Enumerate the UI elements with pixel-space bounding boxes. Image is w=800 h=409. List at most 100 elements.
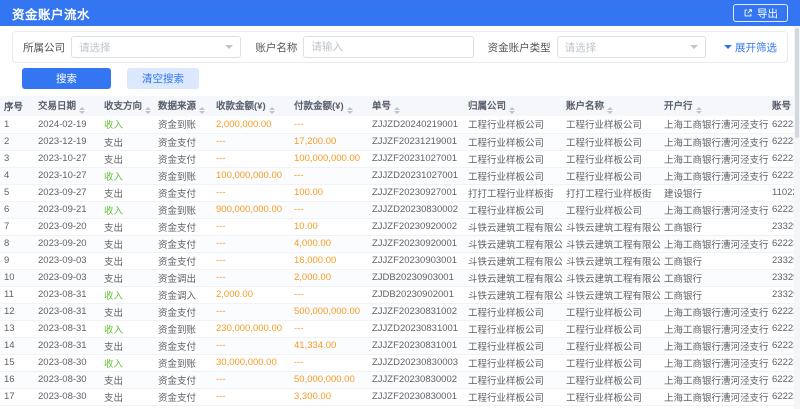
- cell-bank: 上海工商银行漕河泾支行: [660, 150, 768, 167]
- cell-index: 3: [0, 150, 34, 167]
- table-row[interactable]: 112023-08-31收入资金调入2,000.00---ZJDB2023090…: [0, 286, 800, 303]
- account-name-input[interactable]: [303, 36, 473, 58]
- column-label: 数据来源: [158, 101, 196, 112]
- page-header: 资金账户流水 导出: [0, 0, 800, 26]
- account-name-filter-label: 账户名称: [255, 40, 297, 55]
- cell-date: 2023-10-27: [34, 150, 100, 167]
- cell-index: 12: [0, 303, 34, 320]
- cell-account_name: 工程行业样板公司: [562, 150, 660, 167]
- sort-icon[interactable]: [509, 107, 515, 115]
- cell-receive: 30,000,000.00: [212, 354, 290, 371]
- cell-pay: 4,000.00: [290, 235, 368, 252]
- cell-pay: 500,000,000.00: [290, 303, 368, 320]
- table-row[interactable]: 122023-08-31支出资金支付---500,000,000.00ZJJZF…: [0, 303, 800, 320]
- cell-receive: ---: [212, 303, 290, 320]
- clear-search-button[interactable]: 清空搜索: [127, 68, 199, 89]
- cell-receive: ---: [212, 388, 290, 405]
- export-button[interactable]: 导出: [733, 4, 788, 22]
- sort-icon[interactable]: [347, 107, 353, 115]
- column-header-account_name[interactable]: 账户名称: [562, 96, 660, 116]
- cell-index: 13: [0, 320, 34, 337]
- cell-source: 资金调出: [154, 269, 212, 286]
- cell-pay: 41,334.00: [290, 337, 368, 354]
- cell-pay: 3,300.00: [290, 388, 368, 405]
- expand-filter-link[interactable]: 展开筛选: [720, 40, 777, 55]
- cell-company: 斗铁云建筑工程有限公司: [464, 269, 562, 286]
- column-header-pay[interactable]: 付款金额(¥): [290, 96, 368, 116]
- table-row[interactable]: 12024-02-19收入资金到账2,000,000.00---ZJJZD202…: [0, 116, 800, 133]
- column-header-bank[interactable]: 开户行: [660, 96, 768, 116]
- cell-pay: 16,000.00: [290, 252, 368, 269]
- cell-index: 15: [0, 354, 34, 371]
- cell-bank: 上海工商银行漕河泾支行: [660, 303, 768, 320]
- company-select[interactable]: 请选择: [71, 36, 241, 58]
- cell-account_name: 斗铁云建筑工程有限公司: [562, 235, 660, 252]
- cell-account_name: 工程行业样板公司: [562, 133, 660, 150]
- column-label: 单号: [372, 101, 391, 112]
- scrollbar-thumb[interactable]: [795, 28, 799, 138]
- cell-account_name: 打打工程行业样板街: [562, 184, 660, 201]
- column-header-direction[interactable]: 收支方向: [100, 96, 154, 116]
- table-row[interactable]: 152023-08-30收入资金到账30,000,000.00---ZJJZD2…: [0, 354, 800, 371]
- account-type-select[interactable]: 请选择: [557, 36, 706, 58]
- table-row[interactable]: 132023-08-31收入资金到账230,000,000.00---ZJJZD…: [0, 320, 800, 337]
- sort-icon[interactable]: [79, 107, 85, 115]
- cell-index: 17: [0, 388, 34, 405]
- cell-direction: 支出: [100, 235, 154, 252]
- sort-icon[interactable]: [394, 107, 400, 115]
- sort-icon[interactable]: [199, 107, 205, 115]
- cell-receive: 2,000.00: [212, 286, 290, 303]
- table-row[interactable]: 82023-09-20支出资金支付---4,000.00ZJJZF2023092…: [0, 235, 800, 252]
- cell-date: 2023-09-20: [34, 235, 100, 252]
- cell-account_name: 斗铁云建筑工程有限公司: [562, 269, 660, 286]
- cell-receive: 230,000,000.00: [212, 320, 290, 337]
- column-header-order_no[interactable]: 单号: [368, 96, 464, 116]
- filter-panel: 所属公司 请选择 账户名称 资金账户类型 请选择 展开筛选: [12, 31, 788, 63]
- column-label: 开户行: [664, 101, 693, 112]
- cell-pay: 100.00: [290, 184, 368, 201]
- sort-icon[interactable]: [145, 107, 151, 115]
- table-row[interactable]: 22023-12-19支出资金支付---17,200.00ZJJZF202312…: [0, 133, 800, 150]
- table-row[interactable]: 62023-09-21收入资金到账900,000,000.00---ZJJZD2…: [0, 201, 800, 218]
- cell-pay: ---: [290, 167, 368, 184]
- sort-icon[interactable]: [269, 107, 275, 115]
- table-row[interactable]: 72023-09-20支出资金支付---10.00ZJJZF2023092000…: [0, 218, 800, 235]
- cell-order_no: ZJDB20230902001: [368, 286, 464, 303]
- cell-bank: 上海工商银行漕河泾支行: [660, 320, 768, 337]
- column-header-company[interactable]: 归属公司: [464, 96, 562, 116]
- search-button[interactable]: 搜索: [22, 68, 111, 89]
- column-header-receive[interactable]: 收款金额(¥): [212, 96, 290, 116]
- cell-index: 14: [0, 337, 34, 354]
- column-header-source[interactable]: 数据来源: [154, 96, 212, 116]
- table-row[interactable]: 102023-09-03支出资金调出---2,000.00ZJDB2023090…: [0, 269, 800, 286]
- column-header-date[interactable]: 交易日期: [34, 96, 100, 116]
- sort-icon[interactable]: [607, 107, 613, 115]
- cell-company: 工程行业样板公司: [464, 303, 562, 320]
- cell-pay: ---: [290, 116, 368, 133]
- cell-direction: 收入: [100, 167, 154, 184]
- table-row[interactable]: 32023-10-27支出资金支付---100,000,000.00ZJJZF2…: [0, 150, 800, 167]
- cell-pay: ---: [290, 354, 368, 371]
- cell-company: 斗铁云建筑工程有限公司: [464, 235, 562, 252]
- cell-order_no: ZJJZD20230831001: [368, 320, 464, 337]
- cell-date: 2023-09-03: [34, 269, 100, 286]
- table-row[interactable]: 172023-08-30支出资金支付---3,300.00ZJJZF202308…: [0, 388, 800, 405]
- table-row[interactable]: 42023-10-27收入资金到账100,000,000.00---ZJJZD2…: [0, 167, 800, 184]
- table-row[interactable]: 52023-09-27支出资金支付---100.00ZJJZF202309270…: [0, 184, 800, 201]
- cell-receive: ---: [212, 150, 290, 167]
- table-row[interactable]: 92023-09-03支出资金支付---16,000.00ZJJZF202309…: [0, 252, 800, 269]
- column-label: 收款金额(¥): [216, 101, 266, 112]
- cell-account_name: 工程行业样板公司: [562, 116, 660, 133]
- table-row[interactable]: 162023-08-30支出资金支付---50,000,000.00ZJJZF2…: [0, 371, 800, 388]
- cell-source: 资金到账: [154, 201, 212, 218]
- cell-date: 2023-08-30: [34, 354, 100, 371]
- vertical-scrollbar[interactable]: [794, 26, 800, 409]
- table-row[interactable]: 142023-08-31支出资金支付---41,334.00ZJJZF20230…: [0, 337, 800, 354]
- cell-bank: 上海工商银行漕河泾支行: [660, 371, 768, 388]
- cell-bank: 工商银行: [660, 218, 768, 235]
- sort-icon[interactable]: [696, 107, 702, 115]
- column-label: 账户名称: [566, 101, 604, 112]
- cell-date: 2023-08-31: [34, 337, 100, 354]
- cell-receive: ---: [212, 337, 290, 354]
- cell-company: 工程行业样板公司: [464, 320, 562, 337]
